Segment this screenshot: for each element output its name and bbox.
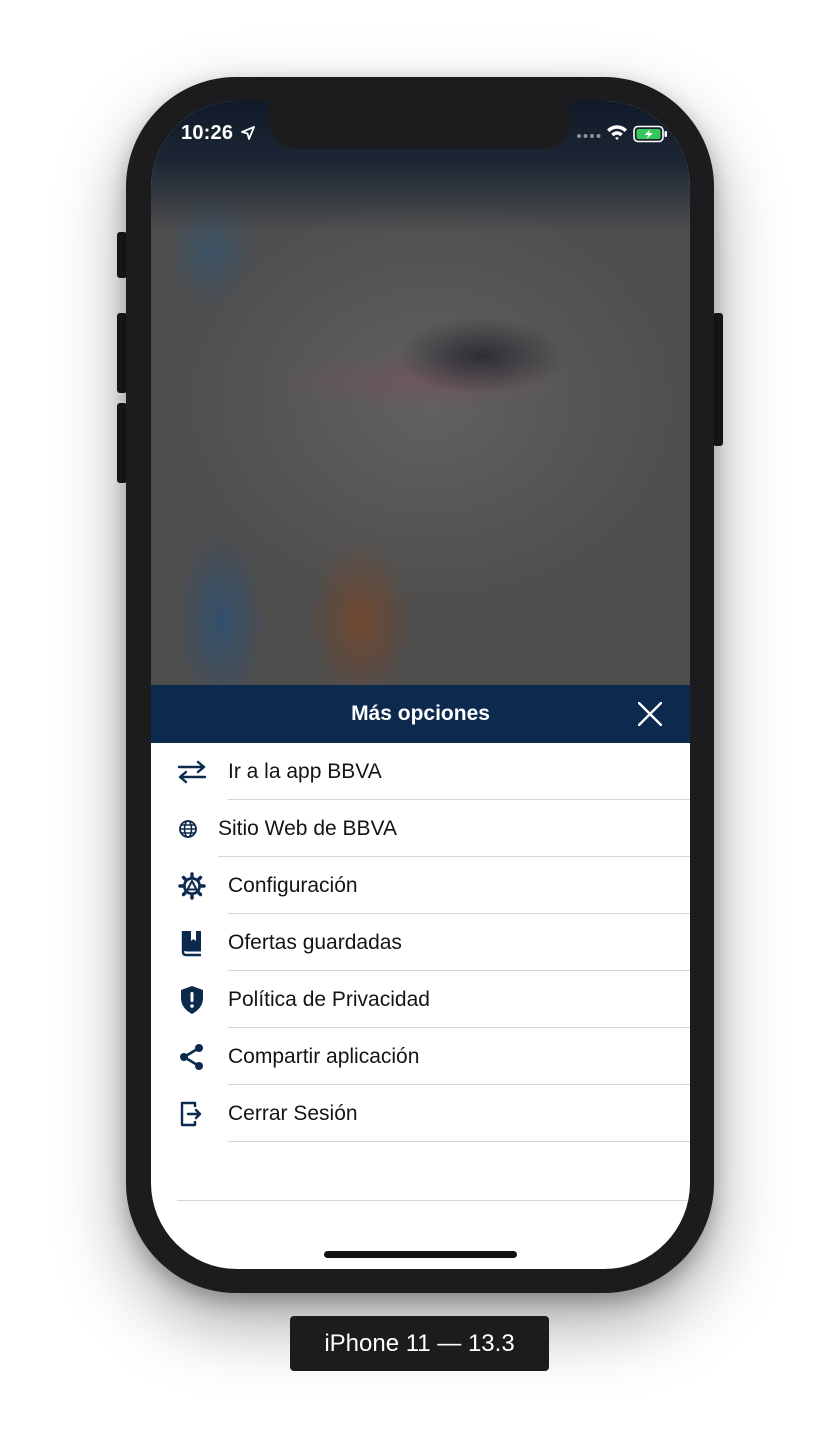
bottom-divider: [177, 1200, 690, 1201]
menu-item-label: Cerrar Sesión: [228, 1102, 358, 1125]
divider: [228, 1141, 690, 1142]
share-icon: [177, 1042, 207, 1072]
bookmark-icon: [177, 928, 207, 958]
sheet-title: Más opciones: [351, 702, 490, 725]
location-arrow-icon: [241, 126, 255, 140]
wifi-icon: [607, 125, 627, 140]
menu-item-settings[interactable]: Configuración: [151, 857, 690, 914]
menu-item-share-app[interactable]: Compartir aplicación: [151, 1028, 690, 1085]
device-screen: 10:26 Más opciones Ir a la app BBVA Siti…: [151, 101, 690, 1269]
menu-item-label: Ir a la app BBVA: [228, 760, 382, 783]
menu-item-logout[interactable]: Cerrar Sesión: [151, 1085, 690, 1142]
menu-item-privacy-policy[interactable]: Política de Privacidad: [151, 971, 690, 1028]
globe-icon: [173, 814, 203, 844]
menu-item-label: Sitio Web de BBVA: [218, 817, 397, 840]
menu-item-go-to-app[interactable]: Ir a la app BBVA: [151, 743, 690, 800]
logout-icon: [177, 1099, 207, 1129]
sheet-header: Más opciones: [151, 685, 690, 743]
options-menu: Ir a la app BBVA Sitio Web de BBVA Confi…: [151, 743, 690, 1142]
shield-alert-icon: [177, 985, 207, 1015]
menu-item-website[interactable]: Sitio Web de BBVA: [151, 800, 690, 857]
simulator-stage: 10:26 Más opciones Ir a la app BBVA Siti…: [0, 0, 840, 1444]
home-indicator[interactable]: [324, 1251, 517, 1258]
menu-item-label: Compartir aplicación: [228, 1045, 420, 1068]
device-caption: iPhone 11 — 13.3: [290, 1316, 549, 1371]
cellular-signal-icon: [577, 134, 601, 138]
status-time: 10:26: [181, 122, 234, 144]
power-button: [713, 313, 723, 446]
menu-item-label: Configuración: [228, 874, 358, 897]
menu-item-label: Política de Privacidad: [228, 988, 430, 1011]
menu-item-saved-offers[interactable]: Ofertas guardadas: [151, 914, 690, 971]
gear-icon: [177, 871, 207, 901]
notch: [269, 101, 571, 149]
close-button[interactable]: [631, 697, 669, 731]
battery-charging-icon: [633, 125, 667, 143]
swap-arrows-icon: [177, 757, 207, 787]
close-icon: [638, 702, 662, 726]
menu-item-label: Ofertas guardadas: [228, 931, 402, 954]
